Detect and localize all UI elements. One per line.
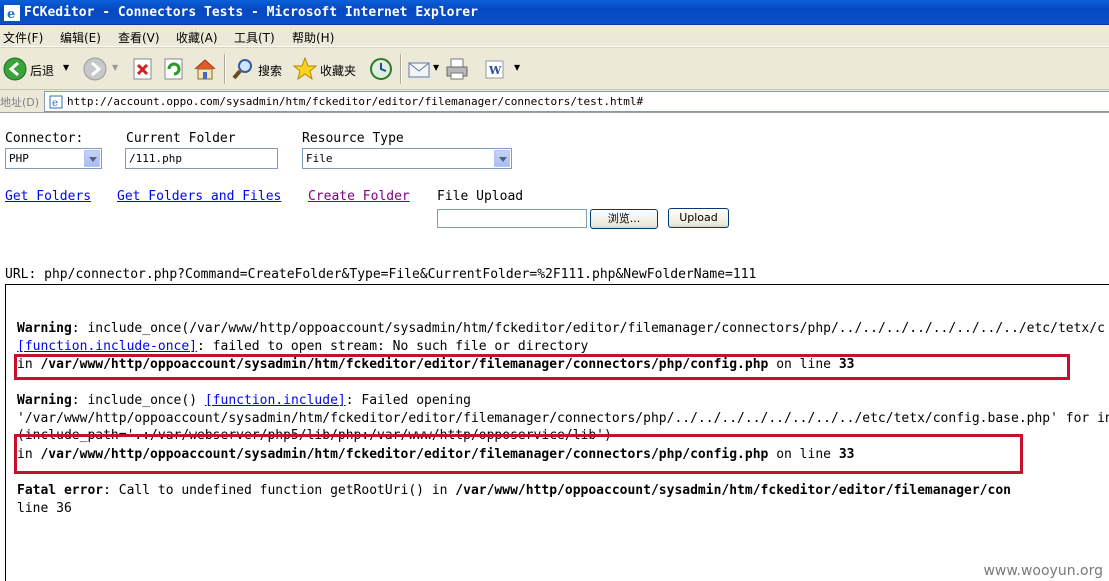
fatal-error-line-2: line 36 [17, 501, 72, 516]
back-icon[interactable] [2, 56, 28, 82]
warning-2-line-1: Warning: include_once() [function.includ… [17, 393, 471, 408]
svg-text:e: e [7, 7, 15, 21]
mail-icon[interactable] [406, 56, 432, 82]
chevron-down-icon[interactable] [84, 150, 100, 167]
upload-button[interactable]: Upload [668, 208, 729, 228]
svg-text:W: W [488, 64, 502, 77]
warning-1-line-2: [function.include-once]: failed to open … [17, 339, 588, 354]
toolbar-separator [224, 54, 226, 84]
home-icon[interactable] [192, 56, 218, 82]
warning-2-label: Warning [17, 393, 72, 408]
address-label: 地址(D) [0, 96, 40, 109]
warning-1-line-1: Warning: include_once(/var/www/http/oppo… [17, 321, 1105, 336]
refresh-icon[interactable] [161, 56, 187, 82]
fatal-error-label: Fatal error [17, 483, 104, 498]
resource-type-value: File [306, 152, 333, 165]
toolbar: 后退 ▼ ▼ 搜索 收藏夹 ▼ W ▼ [0, 47, 1109, 90]
menu-bar: 文件(F) 编辑(E) 查看(V) 收藏(A) 工具(T) 帮助(H) [0, 25, 1109, 47]
svg-text:e: e [52, 98, 58, 109]
toolbar-separator [400, 54, 402, 84]
highlight-box [14, 434, 1023, 474]
forward-icon[interactable] [82, 56, 108, 82]
edit-dropdown-icon[interactable]: ▼ [514, 63, 521, 72]
file-upload-label: File Upload [437, 189, 524, 204]
current-folder-value: /111.php [129, 152, 182, 165]
response-frame: Warning: include_once(/var/www/http/oppo… [5, 284, 1109, 581]
warning-2-text: : include_once() [71, 393, 205, 408]
warning-1-text-2: : failed to open stream: No such file or… [197, 339, 589, 354]
favorites-star-icon[interactable] [292, 56, 318, 82]
fatal-error-text: : Call to undefined function getRootUri(… [103, 483, 456, 498]
search-label[interactable]: 搜索 [258, 62, 282, 79]
page-icon: e [49, 95, 63, 109]
resource-type-select[interactable]: File [302, 148, 512, 169]
address-input[interactable]: e http://account.oppo.com/sysadmin/htm/f… [44, 91, 1109, 112]
function-include-once-link[interactable]: [function.include-once] [17, 339, 197, 354]
file-upload-input[interactable] [437, 209, 587, 228]
current-folder-input[interactable]: /111.php [125, 148, 278, 169]
mail-dropdown-icon[interactable]: ▼ [433, 63, 440, 72]
warning-2-line-2: '/var/www/http/oppoaccount/sysadmin/htm/… [17, 411, 1109, 426]
title-bar: e FCKeditor - Connectors Tests - Microso… [0, 0, 1109, 25]
menu-help[interactable]: 帮助(H) [292, 29, 334, 46]
browse-button[interactable]: 浏览... [590, 209, 658, 229]
favorites-label[interactable]: 收藏夹 [320, 62, 356, 79]
menu-edit[interactable]: 编辑(E) [60, 29, 101, 46]
warning-1-label: Warning [17, 321, 72, 336]
ie-icon: e [4, 5, 20, 21]
create-folder-link[interactable]: Create Folder [308, 189, 410, 204]
menu-view[interactable]: 查看(V) [118, 29, 160, 46]
fatal-error-line-1: Fatal error: Call to undefined function … [17, 483, 1011, 498]
menu-tools[interactable]: 工具(T) [234, 29, 275, 46]
warning-2-text-2: : Failed opening [345, 393, 471, 408]
current-folder-label: Current Folder [126, 131, 236, 146]
history-icon[interactable] [368, 56, 394, 82]
menu-file[interactable]: 文件(F) [3, 29, 43, 46]
forward-dropdown-icon[interactable]: ▼ [112, 63, 119, 72]
chevron-down-icon[interactable] [494, 150, 510, 167]
menu-favorites[interactable]: 收藏(A) [176, 29, 218, 46]
resource-type-label: Resource Type [302, 131, 404, 146]
get-folders-link[interactable]: Get Folders [5, 189, 91, 204]
address-bar: 地址(D) e http://account.oppo.com/sysadmin… [0, 90, 1109, 113]
window-title: FCKeditor - Connectors Tests - Microsoft… [24, 5, 478, 20]
stop-icon[interactable] [130, 56, 156, 82]
print-icon[interactable] [444, 56, 470, 82]
function-include-link[interactable]: [function.include] [205, 393, 346, 408]
search-icon[interactable] [230, 56, 256, 82]
connector-label: Connector: [5, 131, 84, 146]
page-content: Connector: PHP Current Folder /111.php R… [0, 113, 1109, 581]
connector-select[interactable]: PHP [5, 148, 102, 169]
connector-value: PHP [9, 152, 29, 165]
back-label[interactable]: 后退 [30, 62, 54, 79]
address-url[interactable]: http://account.oppo.com/sysadmin/htm/fck… [67, 95, 643, 108]
watermark: www.wooyun.org [983, 563, 1103, 579]
highlight-box [14, 354, 1070, 380]
word-edit-icon[interactable]: W [482, 56, 508, 82]
back-dropdown-icon[interactable]: ▼ [63, 63, 70, 72]
get-folders-and-files-link[interactable]: Get Folders and Files [117, 189, 281, 204]
fatal-error-path: /var/www/http/oppoaccount/sysadmin/htm/f… [455, 483, 1011, 498]
request-url-text: URL: php/connector.php?Command=CreateFol… [5, 267, 757, 282]
warning-1-text: : include_once(/var/www/http/oppoaccount… [71, 321, 1105, 336]
